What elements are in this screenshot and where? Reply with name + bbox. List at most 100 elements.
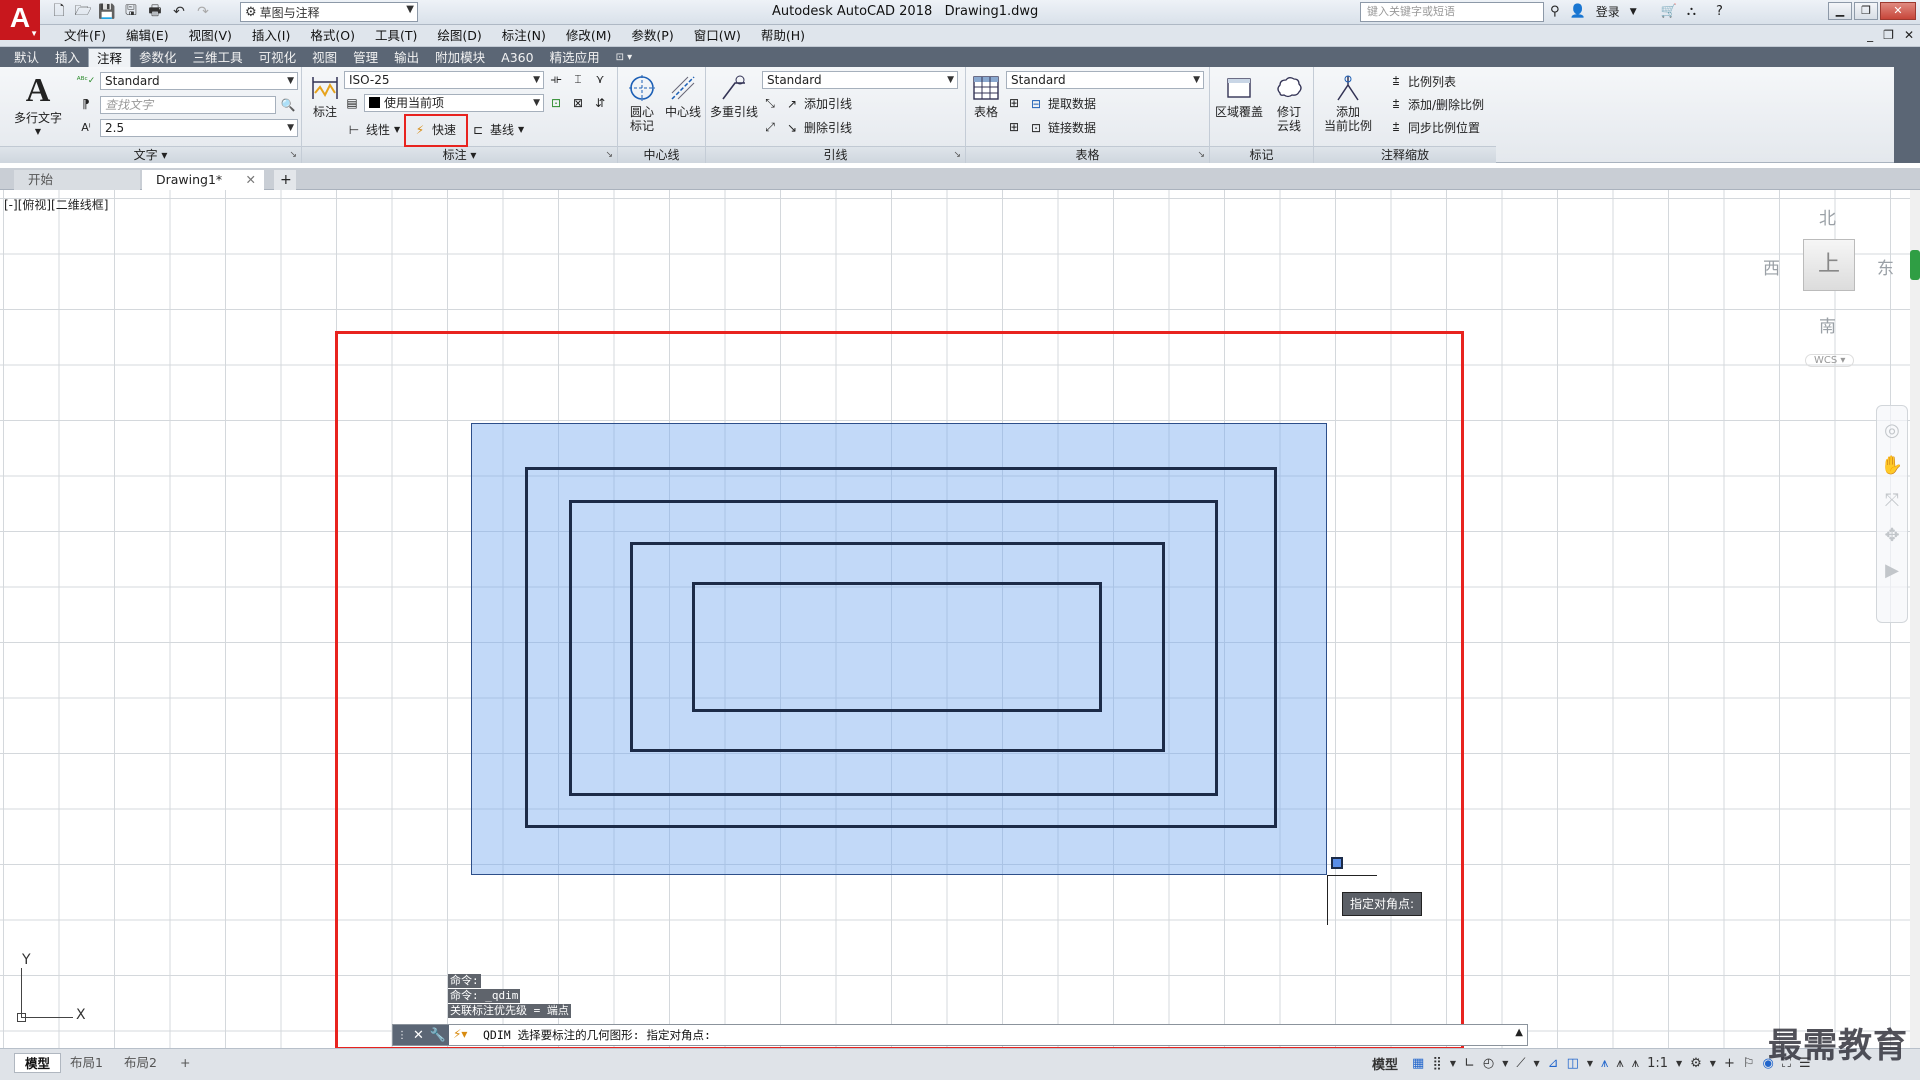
text-height-select[interactable]: 2.5 ▼	[100, 119, 298, 137]
minimize-button[interactable]: ▁	[1828, 2, 1852, 20]
dialog-launcher-icon[interactable]: ↘	[289, 147, 297, 163]
scrollbar-thumb[interactable]	[1910, 250, 1920, 280]
drawing-tab[interactable]: Drawing1* ✕	[142, 170, 264, 190]
baseline-dim-button[interactable]: ⊏ 基线 ▼	[470, 121, 524, 138]
ribbon-options-icon[interactable]: ⊡ ▾	[608, 48, 641, 67]
polar-icon[interactable]: ◴	[1483, 1056, 1494, 1071]
ribbon-tab[interactable]: 可视化	[251, 48, 305, 67]
ribbon-tab[interactable]: 插入	[47, 48, 88, 67]
snap-icon[interactable]: ⣿	[1432, 1056, 1442, 1071]
ribbon-tab[interactable]: 默认	[6, 48, 47, 67]
menu-item[interactable]: 文件(F)	[54, 28, 116, 44]
drag-handle-icon[interactable]: ⋮	[397, 1030, 407, 1041]
open-folder-icon[interactable]: 🗁	[74, 3, 92, 21]
save-as-icon[interactable]: 🖫	[122, 3, 140, 21]
command-line[interactable]: ⋮ ✕ 🔧 ⚡▾ QDIM 选择要标注的几何图形: 指定对角点: ▲	[392, 1024, 1528, 1046]
redo-icon[interactable]: ↷	[194, 3, 212, 21]
add-leader-button[interactable]: ↗ 添加引线	[784, 95, 852, 112]
chevron-down-icon[interactable]: ▼	[1450, 1059, 1456, 1068]
wcs-menu[interactable]: WCS ▾	[1805, 354, 1855, 367]
close-icon[interactable]: ✕	[246, 170, 256, 190]
add-current-scale-button[interactable]: 添加 当前比例	[1318, 73, 1378, 133]
layout1-tab[interactable]: 布局1	[60, 1053, 113, 1073]
menu-item[interactable]: 标注(N)	[492, 28, 556, 44]
scale-value[interactable]: 1:1	[1647, 1056, 1668, 1071]
mtext-button[interactable]: A 多行文字 ▼	[10, 73, 66, 139]
dialog-launcher-icon[interactable]: ↘	[1197, 147, 1205, 163]
annotation-scale-icon[interactable]: ⩚	[1632, 1056, 1639, 1071]
ribbon-tab[interactable]: 精选应用	[542, 48, 608, 67]
wrench-icon[interactable]: 🔧	[430, 1028, 446, 1043]
undo-icon[interactable]: ↶	[170, 3, 188, 21]
maximize-button[interactable]: ❐	[1854, 2, 1878, 20]
ribbon-tab[interactable]: 参数化	[131, 48, 185, 67]
help-icon[interactable]: ?	[1716, 4, 1723, 19]
viewcube[interactable]: 北 西 东 南 上 WCS ▾	[1755, 204, 1900, 374]
chevron-down-icon[interactable]: ▼	[1676, 1059, 1682, 1068]
dialog-launcher-icon[interactable]: ↘	[605, 147, 613, 163]
binoculars-icon[interactable]: ⚲	[1550, 4, 1560, 19]
ribbon-tab[interactable]: 注释	[88, 48, 132, 67]
center-mark-button[interactable]: 圆心 标记	[622, 73, 662, 133]
sync-scale-button[interactable]: ⩲ 同步比例位置	[1388, 119, 1480, 136]
table-panel-title[interactable]: 表格 ↘	[966, 146, 1209, 163]
showmotion-icon[interactable]: ▶	[1877, 560, 1907, 581]
workspace-gear-icon[interactable]: ⚙	[1690, 1056, 1702, 1071]
isolate-icon[interactable]: ⚐	[1743, 1056, 1755, 1071]
chevron-down-icon[interactable]: ▼	[1630, 7, 1637, 17]
application-menu-button[interactable]: A ▼	[0, 0, 40, 40]
menu-item[interactable]: 绘图(D)	[427, 28, 491, 44]
chevron-down-icon[interactable]: ▼	[1587, 1059, 1593, 1068]
dim-style-select[interactable]: ISO-25 ▼	[344, 71, 544, 89]
menu-item[interactable]: 参数(P)	[621, 28, 683, 44]
search-input[interactable]: 键入关键字或短语	[1360, 2, 1544, 22]
viewcube-north[interactable]: 北	[1819, 204, 1836, 229]
user-icon[interactable]: 👤	[1570, 4, 1586, 19]
start-tab[interactable]: 开始	[14, 170, 140, 190]
auto-scale-icon[interactable]: ⩚	[1616, 1056, 1623, 1071]
dim-tolerance-icon[interactable]: ⋎	[592, 71, 608, 87]
menu-item[interactable]: 工具(T)	[365, 28, 427, 44]
menu-item[interactable]: 插入(I)	[242, 28, 300, 44]
ribbon-tab[interactable]: 三维工具	[185, 48, 251, 67]
table-button[interactable]: 表格	[968, 73, 1004, 119]
login-button[interactable]: 登录	[1596, 3, 1620, 20]
object-snap-icon[interactable]: ◫	[1567, 1056, 1579, 1071]
text-style-select[interactable]: Standard ▼	[100, 72, 298, 90]
zoom-icon[interactable]: ⤧	[1877, 490, 1907, 511]
dim-space-icon[interactable]: ⟛	[548, 71, 564, 87]
osnap-track-icon[interactable]: ⟋	[1516, 1056, 1525, 1071]
dimension-button[interactable]: 标注	[308, 73, 342, 119]
viewport-controls[interactable]: [-][俯视][二维线框]	[4, 196, 108, 213]
ribbon-tab[interactable]: A360	[493, 48, 541, 67]
link-data-button[interactable]: ⊡ 链接数据	[1028, 119, 1096, 136]
multileader-button[interactable]: 多重引线	[708, 73, 760, 119]
remove-leader-button[interactable]: ↘ 删除引线	[784, 119, 852, 136]
ribbon-tab[interactable]: 管理	[345, 48, 386, 67]
chevron-down-icon[interactable]: ▼	[1710, 1059, 1716, 1068]
cart-icon[interactable]: 🛒	[1661, 4, 1677, 19]
ribbon-tab[interactable]: 附加模块	[427, 48, 493, 67]
viewcube-top-face[interactable]: 上	[1803, 239, 1855, 291]
align-leader-icon[interactable]: ⤡	[762, 95, 778, 111]
grid-icon[interactable]: ▦	[1412, 1056, 1424, 1071]
extract-data-button[interactable]: ⊟ 提取数据	[1028, 95, 1096, 112]
revcloud-button[interactable]: 修订 云线	[1268, 73, 1310, 133]
model-tab[interactable]: 模型	[14, 1053, 62, 1073]
menu-item[interactable]: 编辑(E)	[116, 28, 179, 44]
new-tab-button[interactable]: +	[274, 170, 296, 190]
menu-item[interactable]: 帮助(H)	[751, 28, 815, 44]
doc-minimize-icon[interactable]: _	[1867, 28, 1873, 42]
dim-layer-select[interactable]: 使用当前项 ▼	[364, 94, 544, 112]
add-layout-button[interactable]: +	[170, 1053, 200, 1073]
text-align-icon[interactable]: ⁋	[78, 96, 94, 112]
table-data-icon[interactable]: ⊞	[1006, 95, 1022, 111]
add-delete-scale-button[interactable]: ⩲ 添加/删除比例	[1388, 96, 1484, 113]
menu-item[interactable]: 视图(V)	[179, 28, 242, 44]
ribbon-tab[interactable]: 视图	[304, 48, 345, 67]
steering-wheel-icon[interactable]: ◎	[1877, 420, 1907, 441]
close-icon[interactable]: ✕	[413, 1028, 424, 1043]
inspect-icon[interactable]: ⊡	[548, 95, 564, 111]
chevron-down-icon[interactable]: ▼	[1534, 1059, 1540, 1068]
viewcube-south[interactable]: 南	[1819, 312, 1836, 337]
